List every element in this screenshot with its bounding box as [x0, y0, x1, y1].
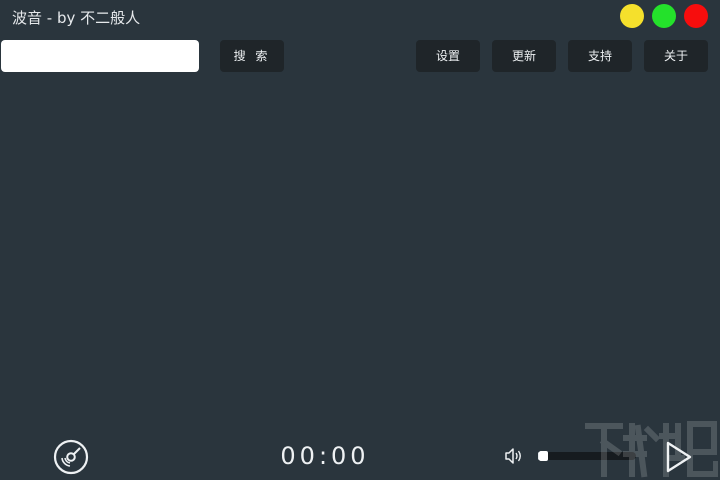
- disc-icon[interactable]: [53, 439, 89, 475]
- about-button[interactable]: 关于: [644, 40, 708, 72]
- settings-button[interactable]: 设置: [416, 40, 480, 72]
- speaker-icon[interactable]: [504, 447, 524, 465]
- minimize-button[interactable]: [620, 4, 644, 28]
- search-input[interactable]: [1, 40, 199, 72]
- close-button[interactable]: [684, 4, 708, 28]
- volume-slider[interactable]: [538, 451, 636, 461]
- playback-time: 00:00: [280, 442, 370, 470]
- volume-handle[interactable]: [538, 451, 548, 461]
- player-bar: 00:00: [0, 432, 720, 480]
- update-button[interactable]: 更新: [492, 40, 556, 72]
- search-button[interactable]: 搜 索: [220, 40, 284, 72]
- play-icon[interactable]: [662, 440, 694, 474]
- music-player-window: 波音 - by 不二般人 搜 索 设置 更新 支持 关于 00:00: [0, 0, 720, 480]
- maximize-button[interactable]: [652, 4, 676, 28]
- support-button[interactable]: 支持: [568, 40, 632, 72]
- title-bar[interactable]: 波音 - by 不二般人: [0, 0, 720, 34]
- song-list-area[interactable]: [0, 80, 720, 432]
- toolbar: 搜 索 设置 更新 支持 关于: [0, 40, 720, 72]
- window-title: 波音 - by 不二般人: [12, 9, 141, 27]
